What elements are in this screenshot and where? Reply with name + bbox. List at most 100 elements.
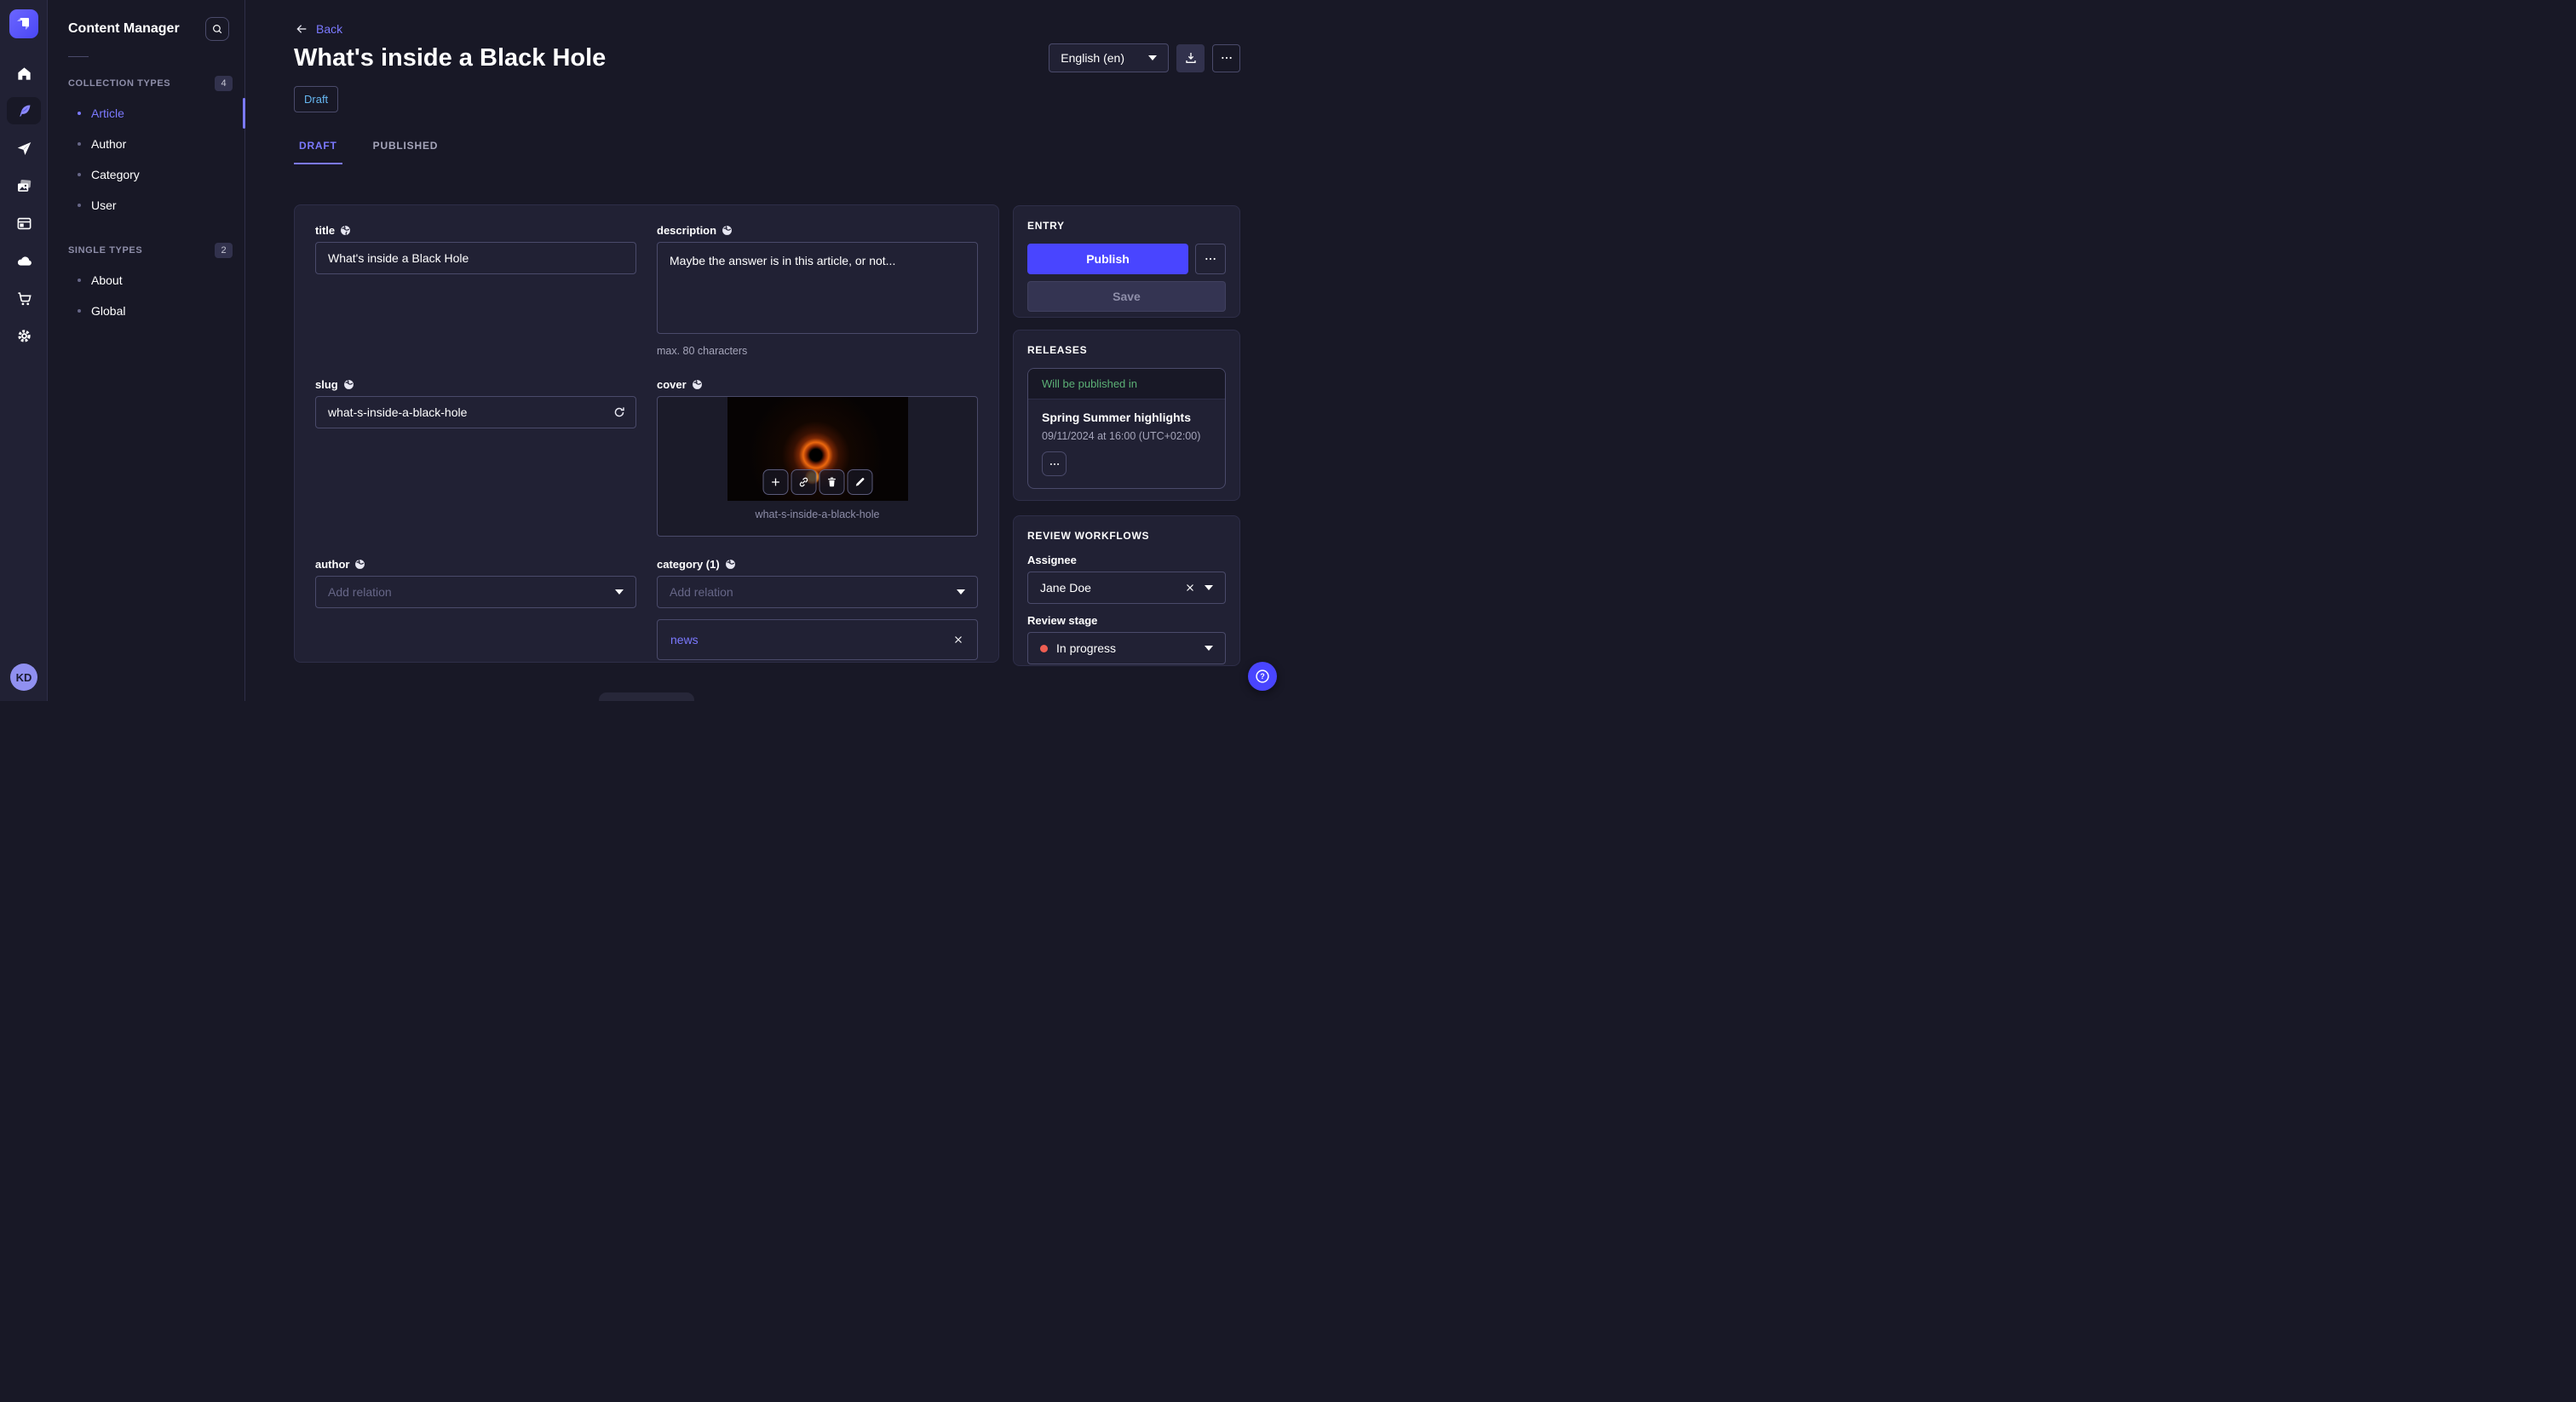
- add-component-pill[interactable]: [599, 692, 694, 701]
- globe-icon: [722, 225, 733, 236]
- svg-text:?: ?: [1260, 672, 1264, 681]
- copy-link-button[interactable]: [791, 469, 816, 495]
- pencil-icon: [854, 476, 865, 488]
- field-label-category: category (1): [657, 558, 720, 571]
- main-nav-rail: KD: [0, 0, 48, 701]
- sidebar-item-global[interactable]: Global: [48, 296, 244, 326]
- stage-status-dot: [1040, 644, 1048, 652]
- publish-button[interactable]: Publish: [1027, 244, 1188, 274]
- bullet-icon: [78, 142, 81, 146]
- nav-media-library[interactable]: [7, 172, 41, 199]
- tab-published[interactable]: PUBLISHED: [368, 140, 444, 164]
- user-avatar[interactable]: KD: [10, 664, 37, 691]
- cloud-icon: [16, 253, 32, 269]
- sidebar-item-label: Article: [91, 106, 124, 120]
- chevron-down-icon: [1148, 55, 1157, 60]
- remove-relation-icon[interactable]: [952, 634, 964, 646]
- field-category: category (1) Add relation news: [657, 558, 978, 660]
- bullet-icon: [78, 173, 81, 176]
- sidebar-item-article[interactable]: Article: [48, 98, 245, 129]
- chevron-down-icon: [1205, 646, 1213, 651]
- locale-select[interactable]: English (en): [1049, 43, 1169, 72]
- clear-assignee-icon[interactable]: [1184, 582, 1196, 594]
- back-label: Back: [316, 22, 343, 36]
- field-label-title: title: [315, 224, 336, 237]
- nav-marketplace[interactable]: [7, 284, 41, 312]
- locale-value: English (en): [1061, 51, 1124, 65]
- entry-panel: ENTRY Publish Save: [1013, 205, 1240, 318]
- sidebar-item-user[interactable]: User: [48, 190, 244, 221]
- release-date: 09/11/2024 at 16:00 (UTC+02:00): [1042, 430, 1201, 442]
- help-button[interactable]: ?: [1248, 662, 1277, 691]
- header-actions: English (en): [1049, 43, 1240, 72]
- delete-media-button[interactable]: [819, 469, 844, 495]
- sidebar-item-about[interactable]: About: [48, 265, 244, 296]
- releases-panel: RELEASES Will be published in Spring Sum…: [1013, 330, 1240, 501]
- save-button[interactable]: Save: [1027, 281, 1226, 312]
- cover-actions: [762, 469, 872, 495]
- edit-media-button[interactable]: [847, 469, 872, 495]
- sidebar-item-author[interactable]: Author: [48, 129, 244, 159]
- add-media-button[interactable]: [762, 469, 788, 495]
- single-types-count-badge: 2: [215, 243, 233, 258]
- sidebar-divider: [68, 56, 89, 57]
- trash-icon: [825, 476, 837, 488]
- nav-settings[interactable]: [7, 322, 41, 349]
- more-options-button[interactable]: [1212, 43, 1240, 72]
- export-button[interactable]: [1176, 43, 1205, 72]
- slug-input[interactable]: [315, 396, 636, 428]
- stage-value: In progress: [1056, 641, 1117, 655]
- gear-icon: [16, 328, 32, 344]
- release-more-button[interactable]: [1042, 451, 1067, 476]
- chevron-down-icon: [1205, 585, 1213, 590]
- field-author: author Add relation: [315, 558, 636, 608]
- bullet-icon: [78, 204, 81, 207]
- sidebar-item-label: User: [91, 198, 117, 212]
- nav-content-manager[interactable]: [7, 97, 41, 124]
- sidebar-item-label: About: [91, 273, 123, 287]
- assignee-label: Assignee: [1027, 554, 1077, 566]
- field-cover: cover what-s-inside-a-black-hole: [657, 378, 978, 537]
- category-relation-select[interactable]: Add relation: [657, 576, 978, 608]
- review-stage-select[interactable]: In progress: [1027, 632, 1226, 664]
- sidebar-item-category[interactable]: Category: [48, 159, 244, 190]
- title-input[interactable]: [315, 242, 636, 274]
- entry-more-button[interactable]: [1195, 244, 1226, 274]
- author-relation-select[interactable]: Add relation: [315, 576, 636, 608]
- regenerate-slug-icon[interactable]: [612, 405, 626, 419]
- assignee-select[interactable]: Jane Doe: [1027, 572, 1226, 604]
- globe-icon: [354, 559, 365, 570]
- back-link[interactable]: Back: [295, 22, 342, 36]
- strapi-logo[interactable]: [9, 9, 38, 38]
- images-icon: [16, 178, 32, 194]
- plus-icon: [769, 476, 781, 488]
- nav-content-type-builder[interactable]: [7, 210, 41, 237]
- search-button[interactable]: [205, 17, 229, 41]
- nav-cloud[interactable]: [7, 247, 41, 274]
- review-stage-label: Review stage: [1027, 614, 1098, 627]
- feather-icon: [16, 103, 32, 119]
- home-icon: [16, 66, 32, 82]
- download-icon: [1184, 51, 1198, 65]
- chevron-down-icon: [615, 589, 624, 595]
- ellipsis-icon: [1220, 51, 1233, 65]
- description-textarea[interactable]: Maybe the answer is in this article, or …: [657, 242, 978, 334]
- bullet-icon: [78, 309, 81, 313]
- content-manager-sidebar: Content Manager COLLECTION TYPES 4 Artic…: [48, 0, 245, 701]
- field-title: title: [315, 224, 636, 274]
- tab-draft[interactable]: DRAFT: [294, 140, 342, 164]
- review-workflows-panel: REVIEW WORKFLOWS Assignee Jane Doe Revie…: [1013, 515, 1240, 666]
- sidebar-item-label: Category: [91, 168, 140, 181]
- releases-heading: RELEASES: [1027, 344, 1088, 356]
- globe-icon: [340, 225, 351, 236]
- category-tag-news[interactable]: news: [670, 633, 952, 646]
- sidebar-item-label: Global: [91, 304, 126, 318]
- cover-image[interactable]: [727, 397, 908, 501]
- paper-plane-icon: [16, 141, 32, 157]
- review-workflows-heading: REVIEW WORKFLOWS: [1027, 530, 1150, 542]
- nav-home[interactable]: [7, 60, 41, 87]
- category-relation-item: news: [657, 619, 978, 660]
- nav-deploy[interactable]: [7, 135, 41, 162]
- search-icon: [211, 23, 223, 35]
- app-window: KD Content Manager COLLECTION TYPES 4 Ar…: [0, 0, 1288, 701]
